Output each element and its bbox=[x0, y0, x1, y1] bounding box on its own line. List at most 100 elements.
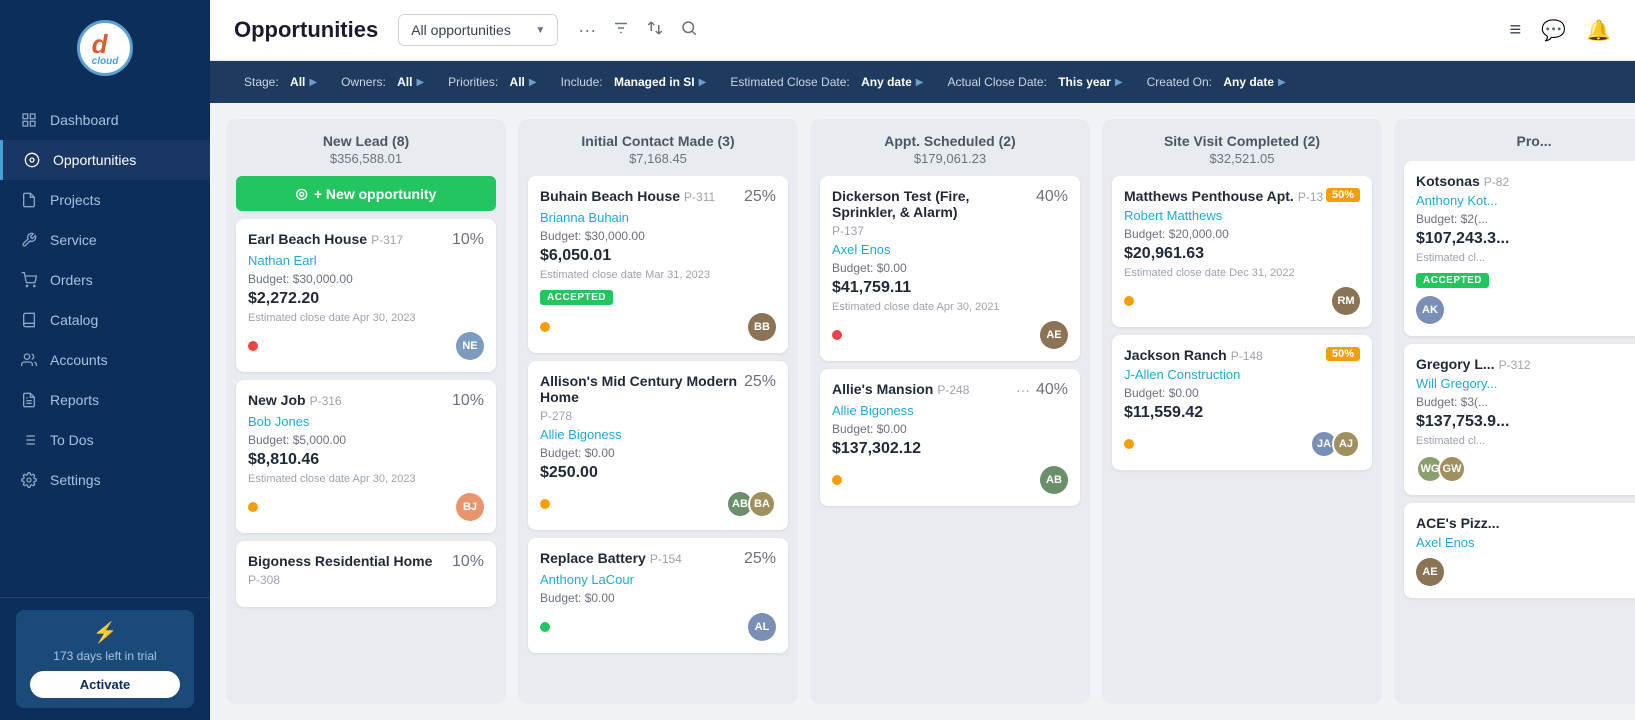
filter-item-1[interactable]: Owners: All ▶ bbox=[331, 71, 434, 93]
sidebar-label-dashboard: Dashboard bbox=[50, 112, 119, 128]
sidebar-item-service[interactable]: Service bbox=[0, 220, 210, 260]
card-contact[interactable]: Axel Enos bbox=[1416, 535, 1635, 550]
card-contact[interactable]: Anthony Kot... bbox=[1416, 193, 1635, 208]
card-title: Buhain Beach House bbox=[540, 188, 680, 204]
status-dot bbox=[832, 475, 842, 485]
kanban-card[interactable]: New Job P-316 10% Bob Jones Budget: $5,0… bbox=[236, 380, 496, 533]
filter-item-3[interactable]: Include: Managed in SI ▶ bbox=[551, 71, 717, 93]
chat-icon[interactable]: 💬 bbox=[1541, 18, 1566, 43]
kanban-card[interactable]: Gregory L... P-312 Will Gregory... Budge… bbox=[1404, 344, 1635, 495]
card-contact[interactable]: Allie Bigoness bbox=[832, 403, 1068, 418]
sidebar-item-catalog[interactable]: Catalog bbox=[0, 300, 210, 340]
header-right: ≡ 💬 🔔 bbox=[1510, 18, 1611, 43]
card-header-row: Matthews Penthouse Apt. P-13 50% bbox=[1124, 188, 1360, 204]
catalog-icon bbox=[20, 311, 38, 329]
column-header-1: Initial Contact Made (3)$7,168.45 bbox=[518, 119, 798, 176]
search-icon[interactable] bbox=[680, 19, 698, 42]
hamburger-icon[interactable]: ≡ bbox=[1510, 19, 1522, 42]
sidebar-label-service: Service bbox=[50, 232, 97, 248]
projects-icon bbox=[20, 191, 38, 209]
card-contact[interactable]: Bob Jones bbox=[248, 414, 484, 429]
card-percent: 40% bbox=[1036, 381, 1068, 399]
filter-value: Any date bbox=[861, 75, 912, 89]
new-opportunity-button[interactable]: ◎ + New opportunity bbox=[236, 176, 496, 211]
card-contact[interactable]: Anthony LaCour bbox=[540, 572, 776, 587]
kanban-card[interactable]: Buhain Beach House P-311 25% Brianna Buh… bbox=[528, 176, 788, 353]
sidebar-item-dashboard[interactable]: Dashboard bbox=[0, 100, 210, 140]
card-contact[interactable]: Will Gregory... bbox=[1416, 376, 1635, 391]
card-title-row: New Job P-316 bbox=[248, 392, 342, 408]
page-title: Opportunities bbox=[234, 17, 378, 43]
avatar: RM bbox=[1332, 287, 1360, 315]
filter-label: Owners: bbox=[341, 75, 386, 89]
column-amount: $179,061.23 bbox=[826, 151, 1074, 166]
filter-item-4[interactable]: Estimated Close Date: Any date ▶ bbox=[720, 71, 933, 93]
activate-button[interactable]: Activate bbox=[30, 671, 180, 698]
card-contact[interactable]: Allie Bigoness bbox=[540, 427, 776, 442]
avatar: NE bbox=[456, 332, 484, 360]
kanban-card[interactable]: Jackson Ranch P-148 50% J-Allen Construc… bbox=[1112, 335, 1372, 470]
filter-label: Priorities: bbox=[448, 75, 498, 89]
card-title-row: Jackson Ranch P-148 bbox=[1124, 347, 1263, 363]
column-amount: $356,588.01 bbox=[242, 151, 490, 166]
card-footer: AB bbox=[832, 466, 1068, 494]
kanban-card[interactable]: Bigoness Residential Home P-308 10% bbox=[236, 541, 496, 607]
kanban-card[interactable]: Dickerson Test (Fire, Sprinkler, & Alarm… bbox=[820, 176, 1080, 361]
card-contact[interactable]: Brianna Buhain bbox=[540, 210, 776, 225]
header-actions: ··· bbox=[578, 19, 698, 42]
sidebar-label-todos: To Dos bbox=[50, 432, 94, 448]
bolt-icon: ⚡ bbox=[30, 620, 180, 645]
filter-item-2[interactable]: Priorities: All ▶ bbox=[438, 71, 546, 93]
kanban-card[interactable]: Allison's Mid Century Modern Home P-278 … bbox=[528, 361, 788, 530]
sidebar-item-projects[interactable]: Projects bbox=[0, 180, 210, 220]
sidebar-label-reports: Reports bbox=[50, 392, 99, 408]
card-project: P-13 bbox=[1298, 190, 1323, 204]
card-project: P-317 bbox=[371, 233, 403, 247]
kanban-card[interactable]: Allie's Mansion P-248 ··· 40% Allie Bigo… bbox=[820, 369, 1080, 506]
sort-icon[interactable] bbox=[646, 19, 664, 42]
avatar: GW bbox=[1438, 455, 1466, 483]
sidebar-item-orders[interactable]: Orders bbox=[0, 260, 210, 300]
kanban-card[interactable]: Matthews Penthouse Apt. P-13 50% Robert … bbox=[1112, 176, 1372, 327]
kanban-card[interactable]: ACE's Pizz... Axel Enos AE bbox=[1404, 503, 1635, 598]
column-header-4: Pro... bbox=[1394, 119, 1635, 161]
card-title-row: Buhain Beach House P-311 bbox=[540, 188, 715, 204]
plus-icon: ◎ bbox=[296, 185, 308, 202]
sidebar-item-todos[interactable]: To Dos bbox=[0, 420, 210, 460]
accepted-badge: ACCEPTED bbox=[1416, 273, 1489, 288]
avatar: BA bbox=[748, 490, 776, 518]
column-body-1: Buhain Beach House P-311 25% Brianna Buh… bbox=[518, 176, 798, 704]
card-contact[interactable]: Nathan Earl bbox=[248, 253, 484, 268]
filter-icon[interactable] bbox=[612, 19, 630, 42]
card-amount: $137,753.9... bbox=[1416, 413, 1635, 431]
kanban-card[interactable]: Replace Battery P-154 25% Anthony LaCour… bbox=[528, 538, 788, 653]
avatar: AK bbox=[1416, 296, 1444, 324]
column-header-0: New Lead (8)$356,588.01 bbox=[226, 119, 506, 176]
filter-value: All bbox=[290, 75, 305, 89]
kanban-card[interactable]: Kotsonas P-82 Anthony Kot... Budget: $2(… bbox=[1404, 161, 1635, 336]
sidebar-item-reports[interactable]: Reports bbox=[0, 380, 210, 420]
card-close-date: Estimated close date Apr 30, 2021 bbox=[832, 301, 1068, 313]
logo-letter: d bbox=[92, 29, 108, 59]
card-budget: Budget: $30,000.00 bbox=[540, 229, 776, 243]
filter-arrow-icon: ▶ bbox=[916, 77, 924, 88]
sidebar-item-settings[interactable]: Settings bbox=[0, 460, 210, 500]
avatar: AL bbox=[748, 613, 776, 641]
sidebar-item-opportunities[interactable]: Opportunities bbox=[0, 140, 210, 180]
filter-label: Include: bbox=[561, 75, 603, 89]
kanban-card[interactable]: Earl Beach House P-317 10% Nathan Earl B… bbox=[236, 219, 496, 372]
card-title-row: Kotsonas P-82 bbox=[1416, 173, 1509, 189]
card-title: Matthews Penthouse Apt. bbox=[1124, 188, 1294, 204]
card-contact[interactable]: Robert Matthews bbox=[1124, 208, 1360, 223]
card-contact[interactable]: Axel Enos bbox=[832, 242, 1068, 257]
card-header-row: Allie's Mansion P-248 ··· 40% bbox=[832, 381, 1068, 399]
sidebar-item-accounts[interactable]: Accounts bbox=[0, 340, 210, 380]
filter-item-0[interactable]: Stage: All ▶ bbox=[234, 71, 327, 93]
more-options-icon[interactable]: ··· bbox=[578, 20, 596, 41]
card-more-icon[interactable]: ··· bbox=[1016, 382, 1030, 398]
filter-item-6[interactable]: Created On: Any date ▶ bbox=[1137, 71, 1296, 93]
card-contact[interactable]: J-Allen Construction bbox=[1124, 367, 1360, 382]
opportunities-filter-dropdown[interactable]: All opportunities ▼ bbox=[398, 14, 558, 46]
notification-icon[interactable]: 🔔 bbox=[1586, 18, 1611, 43]
filter-item-5[interactable]: Actual Close Date: This year ▶ bbox=[937, 71, 1132, 93]
